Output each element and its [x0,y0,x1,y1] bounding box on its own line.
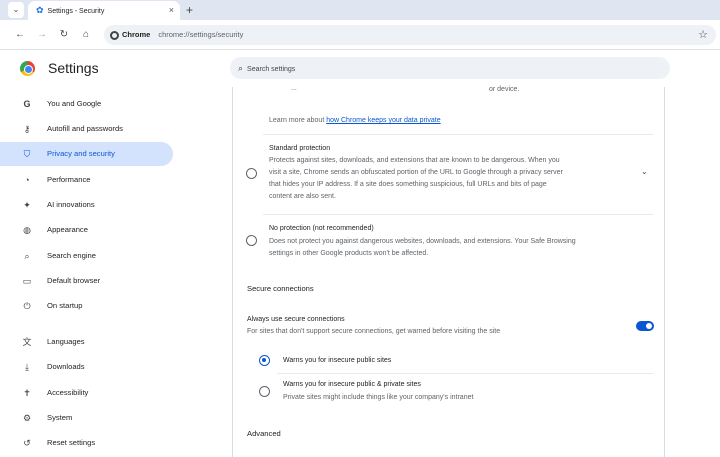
back-arrow-icon[interactable]: ← [12,27,28,43]
reset-icon: ↺ [23,438,31,448]
learn-more-text: Learn more about how Chrome keeps your d… [269,115,441,126]
bookmark-star-icon[interactable]: ☆ [698,25,708,45]
no-protection-desc: Does not protect you against dangerous w… [269,238,576,245]
warn-private-label: Warns you for insecure public & private … [283,381,421,388]
warn-public-label: Warns you for insecure public sites [283,357,392,364]
sidebar-item-performance[interactable]: ◔ Performance [0,168,173,192]
sidebar-item-label: Default browser [47,276,101,285]
security-settings-card: ... or device. Learn more about how Chro… [232,85,665,457]
warn-private-radio[interactable] [259,386,270,397]
wrench-icon: ⚙ [22,413,32,423]
sidebar-item-label: On startup [47,301,83,310]
settings-header: Settings ⌕ Search settings [0,51,720,87]
google-g-icon: G [23,99,31,109]
no-protection-desc: settings in other Google products won't … [269,250,429,257]
close-tab-icon[interactable]: × [169,1,174,19]
no-protection-title: No protection (not recommended) [269,225,374,232]
accessibility-icon: ✝ [23,388,31,398]
sidebar-item-appearance[interactable]: ◍ Appearance [0,218,173,242]
search-placeholder: Search settings [247,66,296,73]
download-icon: ⤓ [25,362,29,372]
page-title: Settings [48,60,99,76]
palette-icon: ◍ [23,225,31,235]
address-bar[interactable]: Chrome chrome://settings/security ☆ [104,25,716,45]
clipped-text: ... [291,85,297,92]
standard-protection-desc: visit a site, Chrome sends an obfuscated… [269,169,563,176]
chrome-logo-icon [20,61,35,76]
sidebar-item-label: Search engine [47,251,96,260]
always-secure-desc: For sites that don't support secure conn… [247,328,501,335]
secure-connections-heading: Secure connections [247,284,314,293]
sidebar-item-label: AI innovations [47,200,95,209]
site-info-chip[interactable]: Chrome [110,25,150,45]
browser-toolbar: ← → ↻ ⌂ Chrome chrome://settings/security… [0,20,720,50]
always-secure-toggle[interactable] [636,321,654,331]
sidebar-item-label: Reset settings [47,438,96,447]
speedometer-icon: ◔ [24,175,30,185]
standard-protection-desc: content are also sent. [269,193,336,200]
standard-protection-desc: Protects against sites, downloads, and e… [269,157,560,164]
power-icon: ⏻ [23,301,31,311]
warn-private-desc: Private sites might include things like … [283,394,474,401]
reload-icon[interactable]: ↻ [56,27,72,43]
forward-arrow-icon[interactable]: → [34,27,50,43]
chrome-logo-icon [110,30,119,40]
sidebar-item-default-browser[interactable]: ▭ Default browser [0,269,173,293]
divider [263,134,653,135]
sidebar-item-downloads[interactable]: ⤓ Downloads [0,355,173,379]
standard-protection-radio[interactable] [246,168,257,179]
sidebar-item-reset-settings[interactable]: ↺ Reset settings [0,431,173,455]
standard-protection-desc: that hides your IP address. If a site do… [269,181,547,188]
tab-search-chevron-icon[interactable]: ⌄ [8,2,24,18]
search-icon: ⌕ [238,63,244,73]
sidebar-item-autofill[interactable]: ⚷ Autofill and passwords [0,117,173,141]
home-icon[interactable]: ⌂ [78,27,94,43]
sidebar-item-search-engine[interactable]: ⌕ Search engine [0,244,173,268]
sidebar-item-label: Languages [47,337,85,346]
sidebar-item-accessibility[interactable]: ✝ Accessibility [0,381,173,405]
key-icon: ⚷ [23,124,31,134]
sidebar-item-label: Appearance [47,225,88,234]
sidebar-item-label: Performance [47,175,91,184]
browser-window-icon: ▭ [22,276,32,286]
sidebar-item-ai-innovations[interactable]: ✦ AI innovations [0,193,173,217]
chevron-down-icon[interactable]: ⌄ [641,167,648,176]
sidebar-item-label: Downloads [47,362,85,371]
search-icon: ⌕ [24,251,30,261]
sidebar-item-on-startup[interactable]: ⏻ On startup [0,294,173,318]
warn-public-radio[interactable] [259,355,270,366]
sparkle-icon: ✦ [23,200,31,210]
sidebar-item-label: Accessibility [47,388,89,397]
clipped-text: or device. [489,86,520,93]
sidebar-item-label: System [47,413,73,422]
sidebar-item-label: You and Google [47,99,102,108]
sidebar-item-label: Autofill and passwords [47,124,123,133]
site-chip-label: Chrome [122,30,151,39]
settings-sidebar: G You and Google ⚷ Autofill and password… [0,90,180,457]
sidebar-item-you-and-google[interactable]: G You and Google [0,92,173,116]
gear-icon: ✿ [36,5,44,15]
tab-settings-security[interactable]: ✿ Settings - Security × [28,1,180,20]
shield-icon: ⛉ [23,149,31,159]
search-input[interactable]: ⌕ Search settings [230,57,670,79]
always-secure-title: Always use secure connections [247,316,345,323]
tab-title: Settings - Security [47,8,105,15]
learn-more-prefix: Learn more about [269,117,327,124]
sidebar-item-system[interactable]: ⚙ System [0,406,173,430]
divider [263,214,653,215]
sidebar-item-languages[interactable]: 文 Languages [0,330,173,354]
sidebar-item-label: Privacy and security [47,149,115,158]
privacy-learn-more-link[interactable]: how Chrome keeps your data private [326,117,440,124]
standard-protection-title: Standard protection [269,145,331,152]
divider [277,373,653,374]
new-tab-plus-icon[interactable]: + [186,1,193,19]
no-protection-radio[interactable] [246,235,257,246]
sidebar-item-privacy-security[interactable]: ⛉ Privacy and security [0,142,173,166]
advanced-heading: Advanced [247,429,281,438]
tab-strip: ⌄ ✿ Settings - Security × + [0,0,720,20]
translate-icon: 文 [22,337,32,347]
url-text: chrome://settings/security [158,30,244,39]
